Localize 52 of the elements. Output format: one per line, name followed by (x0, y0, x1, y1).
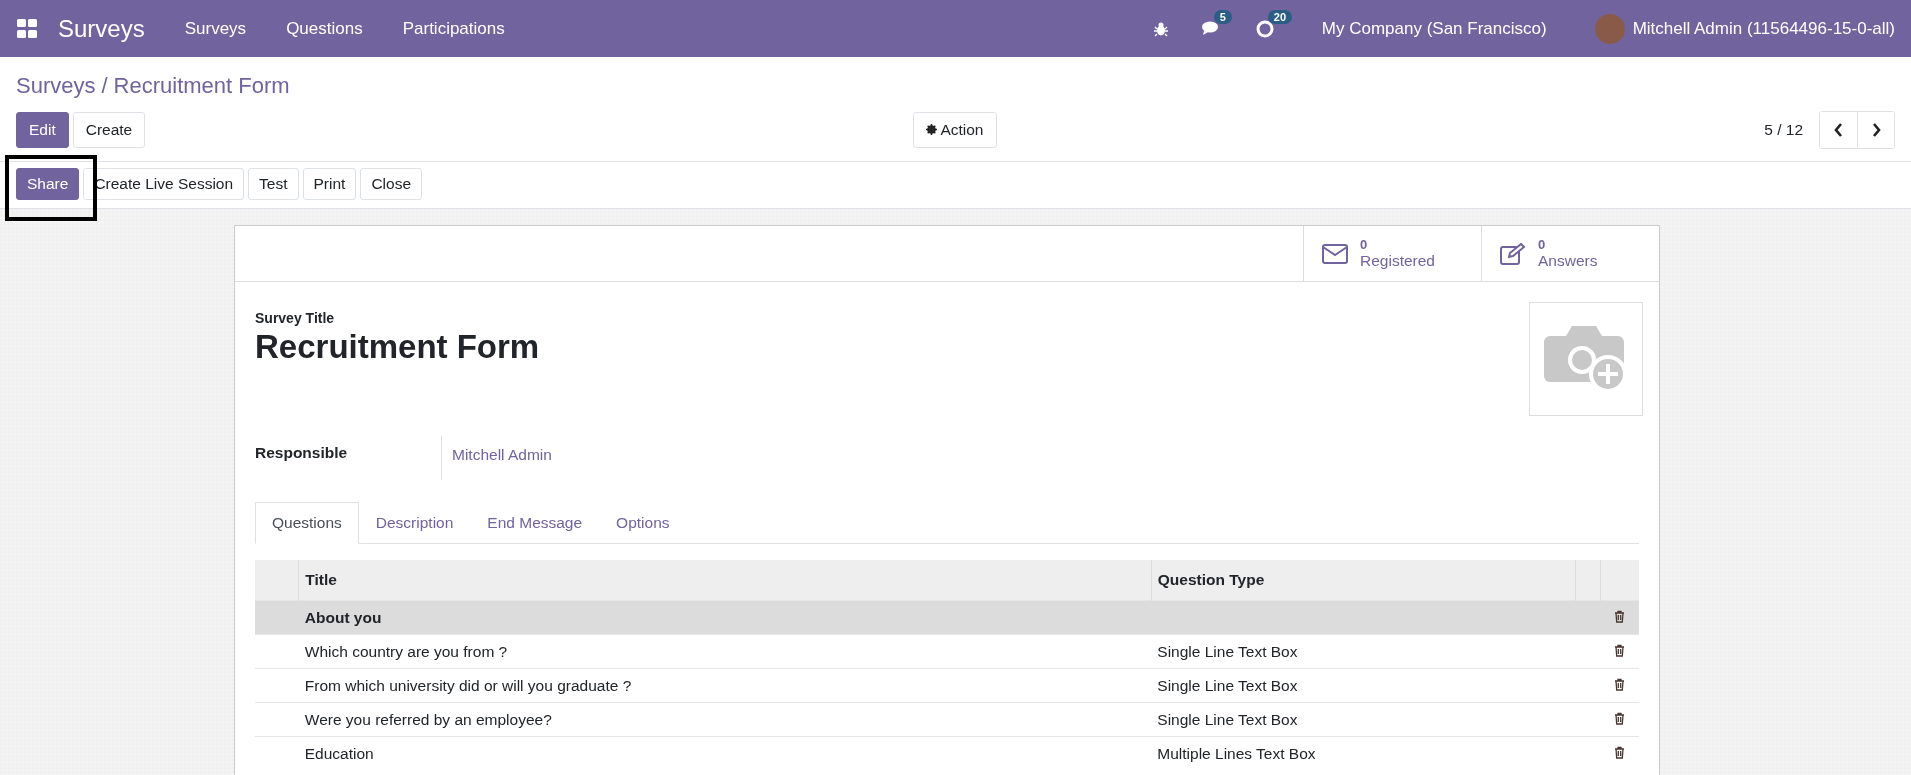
section-title: About you (298, 600, 1601, 635)
clock-icon[interactable] (1255, 19, 1274, 38)
chevron-left-icon (1834, 123, 1843, 137)
header-button[interactable]: Share (16, 168, 80, 200)
breadcrumb-link[interactable]: Surveys (16, 73, 96, 99)
bug-icon[interactable] (1153, 20, 1168, 37)
app-title[interactable]: Surveys (58, 14, 145, 43)
table-cell: Single Line Text Box (1151, 702, 1576, 737)
menu-item[interactable]: Participations (402, 18, 505, 39)
survey-title: Recruitment Form (255, 328, 540, 366)
trash-icon[interactable] (1614, 677, 1626, 691)
responsible-value[interactable]: Mitchell Admin (441, 436, 562, 480)
menu-item[interactable]: Surveys (184, 18, 247, 39)
menu-item[interactable]: Questions (286, 18, 363, 39)
tab[interactable]: Description (358, 502, 471, 544)
message-count-badge: 5 (1213, 10, 1232, 24)
apps-menu-icon[interactable] (16, 17, 38, 40)
action-button[interactable]: Action (912, 112, 997, 148)
header-button[interactable]: Close (360, 168, 423, 200)
trash-icon[interactable] (1614, 711, 1626, 725)
pager-counter: 5 / 12 (1764, 121, 1803, 139)
field-label: Survey Title (255, 310, 336, 326)
field-label: Responsible (255, 443, 349, 463)
column-header[interactable]: Question Type (1151, 560, 1576, 601)
table-cell: Education (298, 736, 1152, 770)
trash-icon[interactable] (1614, 643, 1626, 657)
table-cell: Single Line Text Box (1151, 634, 1576, 669)
table-cell: From which university did or will you graduate ? (298, 668, 1152, 703)
breadcrumb-separator: / (101, 73, 108, 99)
header-button[interactable]: Test (248, 168, 299, 200)
chevron-right-icon (1871, 123, 1881, 137)
edit-button[interactable]: Edit (16, 112, 69, 148)
gear-icon (925, 124, 937, 135)
next-button[interactable] (1857, 112, 1894, 148)
breadcrumb-current: Recruitment Form (113, 73, 290, 99)
activity-count-badge: 20 (1267, 9, 1293, 24)
user-menu[interactable]: Mitchell Admin (11564496-15-0-all) (1632, 18, 1895, 39)
trash-icon[interactable] (1614, 745, 1626, 759)
table-cell: Were you referred by an employee? (298, 702, 1152, 737)
company-switcher[interactable]: My Company (San Francisco) (1321, 18, 1547, 39)
tab[interactable]: Questions (255, 502, 359, 544)
edit-icon (1500, 242, 1526, 265)
envelope-icon (1322, 243, 1348, 264)
table-cell: Multiple Lines Text Box (1151, 736, 1576, 770)
trash-icon[interactable] (1614, 609, 1626, 623)
create-button[interactable]: Create (72, 112, 146, 148)
column-header[interactable]: Title (298, 560, 1152, 601)
table-cell: Single Line Text Box (1151, 668, 1576, 703)
tab[interactable]: Options (599, 502, 687, 544)
header-button[interactable]: Print (302, 168, 357, 200)
table-cell: Which country are you from ? (298, 634, 1152, 669)
tab[interactable]: End Message (470, 502, 600, 544)
